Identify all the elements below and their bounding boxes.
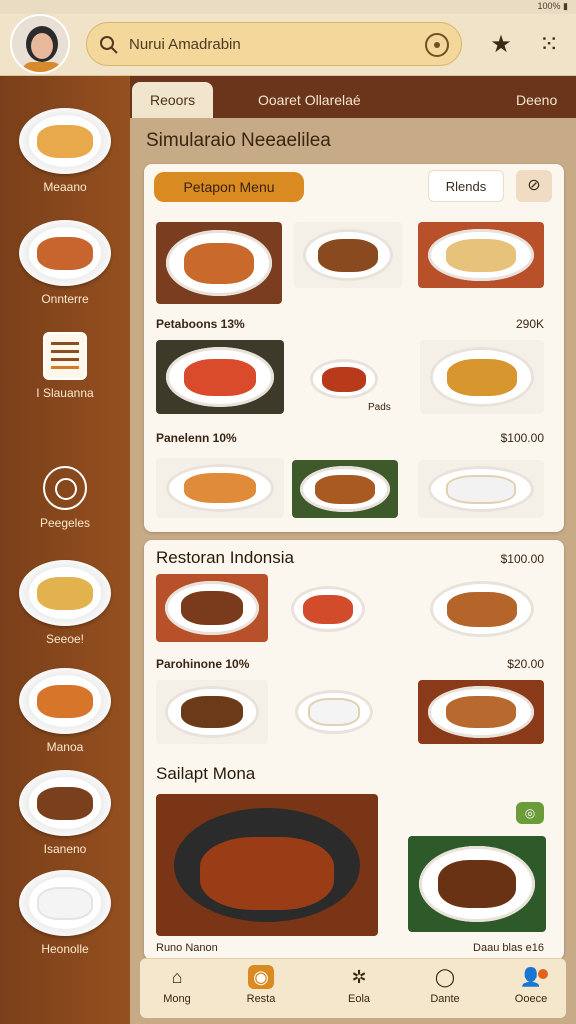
row-label: Petaboons 13% <box>156 317 245 331</box>
food-thumbnail[interactable] <box>156 574 268 642</box>
rlends-button[interactable]: Rlends <box>428 170 504 202</box>
caption-right: Daau blas e16 <box>473 942 544 954</box>
status-bar: 100% ▮ <box>0 0 576 14</box>
star-icon[interactable]: ★ <box>486 30 516 60</box>
food-thumbnail[interactable] <box>156 680 268 744</box>
food-thumbnail[interactable] <box>156 222 282 304</box>
tab-deeno[interactable]: Deeno <box>516 82 557 118</box>
sidebar-item-label: Meaano <box>43 180 87 194</box>
food-thumbnail[interactable] <box>156 340 284 414</box>
plate-image <box>19 870 111 936</box>
sidebar-item-label: I Slauanna <box>36 386 94 400</box>
bottom-navigation: ⌂ Mong ◉ Resta ✲ Eola ◯ Dante 👤 Ooece <box>140 958 566 1018</box>
photo-icon[interactable]: ◎ <box>516 802 544 824</box>
sidebar-item-3[interactable]: I Slauanna <box>16 332 114 400</box>
sidebar-item-label: Seeoe! <box>45 632 85 646</box>
nav-ooece[interactable]: 👤 Ooece <box>496 965 566 1005</box>
food-thumbnail[interactable] <box>294 222 402 288</box>
sidebar-item-label: Isaneno <box>43 842 87 856</box>
petapon-menu-button[interactable]: Petapon Menu <box>154 172 304 202</box>
restaurant-price: $100.00 <box>500 552 544 566</box>
sidebar-item-label: Peegeles <box>39 516 91 530</box>
tab-reoors[interactable]: Reoors <box>132 82 214 118</box>
row-price: 290K <box>515 317 544 331</box>
tab-ooaret[interactable]: Ooaret Ollarelaé <box>258 82 361 118</box>
sidebar: Meaano Onnterre I Slauanna Peegeles Seeo… <box>0 76 130 1024</box>
gear-icon: ✲ <box>351 967 367 987</box>
food-thumbnail[interactable] <box>418 460 544 518</box>
nav-home[interactable]: ⌂ Mong <box>142 965 212 1005</box>
section-heading: Sailapt Mona <box>156 764 256 783</box>
sidebar-item-2[interactable]: Onnterre <box>16 220 114 306</box>
nav-eola[interactable]: ✲ Eola <box>324 965 394 1005</box>
plate-image <box>19 770 111 836</box>
plate-image <box>19 108 111 174</box>
notification-badge <box>538 969 548 979</box>
food-thumbnail[interactable] <box>418 222 544 288</box>
thumb-caption: Pads <box>368 402 391 413</box>
food-thumbnail[interactable] <box>288 684 380 740</box>
top-bar: Nurui Amadrabin ★ ⁙ <box>0 14 576 76</box>
row-price: $20.00 <box>507 657 544 671</box>
food-thumbnail[interactable] <box>292 460 398 518</box>
sidebar-item-4[interactable]: Peegeles <box>16 466 114 530</box>
food-thumbnail[interactable] <box>304 354 384 404</box>
search-icon <box>100 36 118 54</box>
sidebar-item-label: Manoa <box>46 740 84 754</box>
search-bar[interactable]: Nurui Amadrabin <box>86 22 462 66</box>
food-thumbnail[interactable] <box>408 836 546 932</box>
sidebar-item-label: Onnterre <box>41 292 89 306</box>
calendar-icon <box>43 332 87 380</box>
grid-menu-icon[interactable]: ⁙ <box>534 30 564 60</box>
chef-icon <box>43 466 87 510</box>
dish-icon: ◉ <box>248 965 274 989</box>
status-indicators: 100% ▮ <box>537 1 568 11</box>
nav-label: Dante <box>430 993 460 1005</box>
row-price: $100.00 <box>500 431 544 445</box>
plate-image <box>19 220 111 286</box>
restaurant-title: Restoran Indonsia <box>156 548 294 567</box>
target-icon[interactable] <box>425 33 449 57</box>
sidebar-item-6[interactable]: Manoa <box>16 668 114 754</box>
sidebar-item-1[interactable]: Meaano <box>16 108 114 194</box>
restaurant-card: Restoran Indonsia $100.00 Parohinone 10%… <box>144 540 564 960</box>
food-thumbnail[interactable] <box>420 340 544 414</box>
row-label: Parohinone 10% <box>156 657 250 671</box>
plate-image <box>19 668 111 734</box>
page-title: Simularaio Neeaelilea <box>146 130 331 151</box>
menu-card: Petapon Menu Rlends ⊘ Petaboons 13% 290K… <box>144 164 564 532</box>
featured-dish-image[interactable] <box>156 794 378 936</box>
food-thumbnail[interactable] <box>418 680 544 744</box>
nav-label: Ooece <box>514 993 548 1005</box>
nav-label: Mong <box>163 993 191 1005</box>
nav-dante[interactable]: ◯ Dante <box>410 965 480 1005</box>
plate-image <box>19 560 111 626</box>
filter-icon[interactable]: ⊘ <box>516 170 552 202</box>
tab-bar: Reoors Ooaret Ollarelaé Deeno <box>130 76 576 118</box>
caption-left: Runo Nanon <box>156 942 218 954</box>
sidebar-item-label: Heonolle <box>41 942 89 956</box>
food-thumbnail[interactable] <box>284 580 372 638</box>
nav-resta[interactable]: ◉ Resta <box>226 965 296 1005</box>
avatar[interactable] <box>10 14 70 74</box>
nav-label: Eola <box>347 993 371 1005</box>
sidebar-item-7[interactable]: Isaneno <box>16 770 114 856</box>
nav-label: Resta <box>246 993 276 1005</box>
sidebar-item-5[interactable]: Seeoe! <box>16 560 114 646</box>
home-icon: ⌂ <box>171 967 183 987</box>
leaf-icon: ◯ <box>434 967 456 987</box>
sidebar-item-8[interactable]: Heonolle <box>16 870 114 956</box>
avatar-image <box>12 16 68 72</box>
food-thumbnail[interactable] <box>420 574 544 644</box>
food-thumbnail[interactable] <box>156 458 284 518</box>
search-input[interactable]: Nurui Amadrabin <box>129 36 241 53</box>
row-label: Panelenn 10% <box>156 431 237 445</box>
